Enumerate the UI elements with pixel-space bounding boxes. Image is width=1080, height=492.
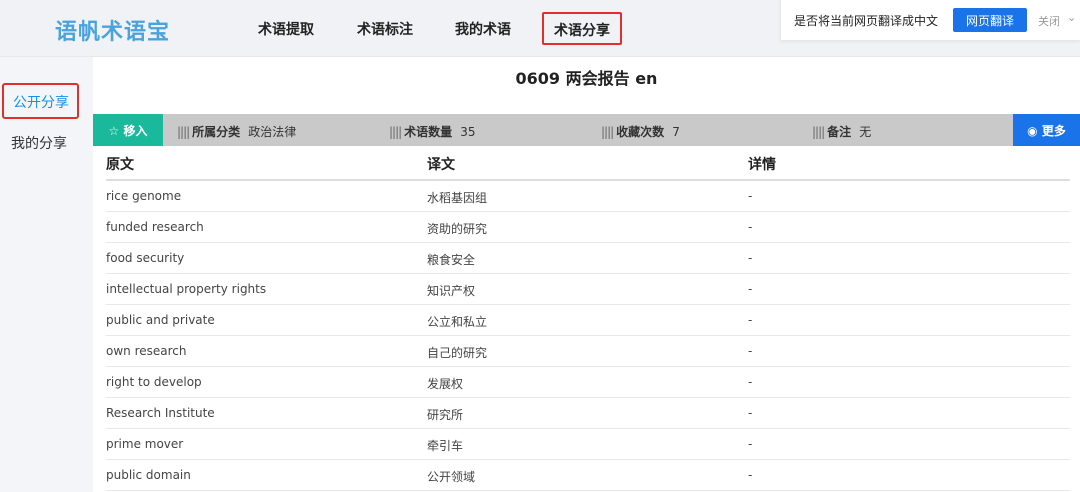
cell-details: - xyxy=(748,251,753,265)
cell-details: - xyxy=(748,406,753,420)
table-row[interactable]: food security 粮食安全 - xyxy=(106,243,1070,274)
term-count-value: 35 xyxy=(460,125,476,139)
page-title: 0609 两会报告 en xyxy=(515,69,658,88)
cell-translation: 公立和私立 xyxy=(427,315,488,329)
cell-details: - xyxy=(748,220,753,234)
cell-details: - xyxy=(748,313,753,327)
table-header: 原文 译文 详情 xyxy=(106,146,1070,181)
table-row[interactable]: public and private 公立和私立 - xyxy=(106,305,1070,336)
cell-translation: 水稻基因组 xyxy=(427,191,488,205)
cell-source: prime mover xyxy=(106,437,184,451)
table-row[interactable]: rice genome 水稻基因组 - xyxy=(106,181,1070,212)
translate-prompt: 是否将当前网页翻译成中文 xyxy=(794,14,939,28)
translate-close-button[interactable]: 关闭 xyxy=(1038,13,1060,29)
nav-my-terms[interactable]: 我的术语 xyxy=(455,19,511,39)
favorites-value: 7 xyxy=(672,125,680,139)
category-value: 政治法律 xyxy=(248,125,297,139)
cell-source: own research xyxy=(106,344,187,358)
table-row[interactable]: own research 自己的研究 - xyxy=(106,336,1070,367)
info-favorites: |||| 收藏次数 7 xyxy=(601,125,680,139)
cell-translation: 知识产权 xyxy=(427,284,476,298)
cell-translation: 自己的研究 xyxy=(427,346,488,360)
cell-details: - xyxy=(748,375,753,389)
sidebar-item-public-share[interactable]: 公开分享 xyxy=(2,83,79,119)
cell-translation: 公开领域 xyxy=(427,470,476,484)
cell-translation: 研究所 xyxy=(427,408,464,422)
cell-details: - xyxy=(748,282,753,296)
column-header-details: 详情 xyxy=(748,157,776,173)
cell-details: - xyxy=(748,344,753,358)
table-row[interactable]: public domain 公开领域 - xyxy=(106,460,1070,491)
cell-source: right to develop xyxy=(106,375,202,389)
table-body: rice genome 水稻基因组 - funded research 资助的研究 - fo… xyxy=(106,181,1070,491)
app-logo[interactable]: 语帆术语宝 xyxy=(55,14,170,46)
info-notes: |||| 备注无 xyxy=(812,125,872,139)
cell-source: Research Institute xyxy=(106,406,215,420)
binoculars-icon: ◉ xyxy=(1027,123,1038,138)
nav-term-sharing[interactable]: 术语分享 xyxy=(542,12,622,45)
nav-term-annotation[interactable]: 术语标注 xyxy=(357,19,413,39)
sidebar-item-my-share[interactable]: 我的分享 xyxy=(11,133,67,153)
column-header-translation: 译文 xyxy=(427,157,455,173)
more-button[interactable]: ◉ 更多 xyxy=(1013,114,1080,146)
move-in-button[interactable]: ☆ 移入 xyxy=(93,114,163,146)
notes-value: 无 xyxy=(859,125,872,139)
table-row[interactable]: right to develop 发展权 - xyxy=(106,367,1070,398)
main-content: 0609 两会报告 en ☆ 移入 |||| 所属分类 政治法律 |||| 术语数量 3… xyxy=(93,57,1080,492)
cell-source: food security xyxy=(106,251,185,265)
sidebar: 公开分享 我的分享 xyxy=(0,57,93,492)
cell-source: intellectual property rights xyxy=(106,282,267,296)
table-row[interactable]: intellectual property rights 知识产权 - xyxy=(106,274,1070,305)
cell-translation: 粮食安全 xyxy=(427,253,476,267)
bars-icon: |||| xyxy=(389,125,402,139)
table-row[interactable]: funded research 资助的研究 - xyxy=(106,212,1070,243)
info-category: |||| 所属分类 政治法律 xyxy=(177,125,297,139)
cell-details: - xyxy=(748,437,753,451)
cell-translation: 发展权 xyxy=(427,377,464,391)
cell-details: - xyxy=(748,468,753,482)
cell-source: public and private xyxy=(106,313,215,327)
term-info-bar: ☆ 移入 |||| 所属分类 政治法律 |||| 术语数量 35 |||| 收藏次数 7 |… xyxy=(93,114,1080,146)
translate-bar: 是否将当前网页翻译成中文 网页翻译 关闭 ⌄ xyxy=(780,0,1080,41)
column-header-source: 原文 xyxy=(106,157,134,173)
chevron-down-icon[interactable]: ⌄ xyxy=(1067,11,1076,24)
terms-table: 原文 译文 详情 rice genome 水稻基因组 - funded researc… xyxy=(106,146,1070,491)
cell-source: public domain xyxy=(106,468,191,482)
cell-translation: 资助的研究 xyxy=(427,222,488,236)
bars-icon: |||| xyxy=(601,125,614,139)
cell-translation: 牵引车 xyxy=(427,439,464,453)
bars-icon: |||| xyxy=(812,125,825,139)
bars-icon: |||| xyxy=(177,125,190,139)
cell-details: - xyxy=(748,189,753,203)
table-row[interactable]: prime mover 牵引车 - xyxy=(106,429,1070,460)
translate-page-button[interactable]: 网页翻译 xyxy=(953,8,1027,32)
nav-term-extraction[interactable]: 术语提取 xyxy=(258,19,314,39)
info-term-count: |||| 术语数量 35 xyxy=(389,125,476,139)
table-row[interactable]: Research Institute 研究所 - xyxy=(106,398,1070,429)
cell-source: funded research xyxy=(106,220,204,234)
cell-source: rice genome xyxy=(106,189,182,203)
